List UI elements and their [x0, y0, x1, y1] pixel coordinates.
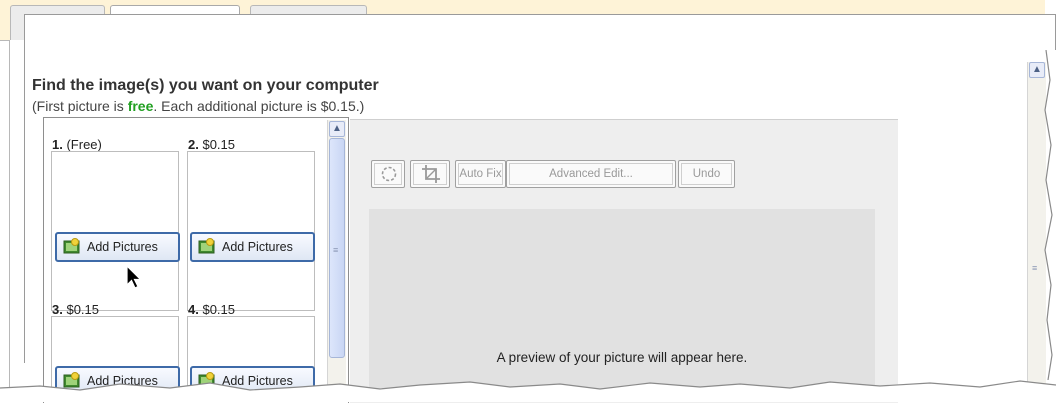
advanced-edit-button[interactable]: Advanced Edit...	[506, 160, 676, 188]
scroll-grip-icon: ≡	[1032, 263, 1038, 273]
slot-price: $0.15	[202, 137, 236, 152]
slot-label-3: 3. $0.15	[52, 302, 99, 317]
add-picture-icon	[63, 238, 80, 254]
add-pictures-label: Add Pictures	[87, 240, 158, 254]
picture-slot-1	[51, 151, 179, 311]
scroll-grip-icon: ≡	[333, 245, 339, 255]
pricing-note-free: free	[127, 98, 154, 114]
slot-label-4: 4. $0.15	[188, 302, 235, 317]
undo-button[interactable]: Undo	[678, 160, 735, 188]
slot-price: (Free)	[66, 137, 102, 152]
pricing-note-post: . Each additional picture is $0.15.)	[153, 98, 365, 114]
slot-price: $0.15	[202, 302, 236, 317]
add-pictures-button-1[interactable]: Add Pictures	[55, 232, 180, 262]
pricing-note-pre: (First picture is	[32, 98, 128, 114]
slots-scroll-up-button[interactable]: ▲	[329, 121, 345, 137]
page-title: Find the image(s) you want on your compu…	[32, 77, 379, 94]
undo-label: Undo	[692, 168, 721, 180]
slot-label-1: 1. (Free)	[52, 137, 102, 152]
crop-button[interactable]	[410, 160, 450, 188]
auto-fix-button[interactable]: Auto Fix	[455, 160, 506, 188]
slot-number: 4.	[188, 302, 199, 317]
torn-edge-right-decoration	[1044, 50, 1056, 380]
slots-scrollbar[interactable]: ▲ ≡	[327, 120, 346, 402]
add-pictures-button-2[interactable]: Add Pictures	[190, 232, 315, 262]
slot-label-2: 2. $0.15	[188, 137, 235, 152]
auto-fix-label: Auto Fix	[459, 168, 502, 180]
slot-number: 1.	[52, 137, 63, 152]
crop-icon	[422, 165, 440, 183]
torn-edge-decoration	[0, 380, 1056, 402]
add-pictures-label: Add Pictures	[222, 240, 293, 254]
rotate-button[interactable]	[371, 160, 405, 188]
add-picture-icon	[198, 238, 215, 254]
slot-number: 2.	[188, 137, 199, 152]
picture-slot-2	[187, 151, 315, 311]
rotate-icon	[381, 166, 397, 182]
preview-placeholder-text: A preview of your picture will appear he…	[496, 350, 748, 365]
mouse-pointer-icon	[126, 265, 142, 289]
slot-number: 3.	[52, 302, 63, 317]
pricing-note: (First picture is free. Each additional …	[32, 98, 364, 114]
advanced-edit-label: Advanced Edit...	[549, 168, 633, 180]
slot-price: $0.15	[66, 302, 100, 317]
picture-preview-area: A preview of your picture will appear he…	[369, 209, 875, 402]
